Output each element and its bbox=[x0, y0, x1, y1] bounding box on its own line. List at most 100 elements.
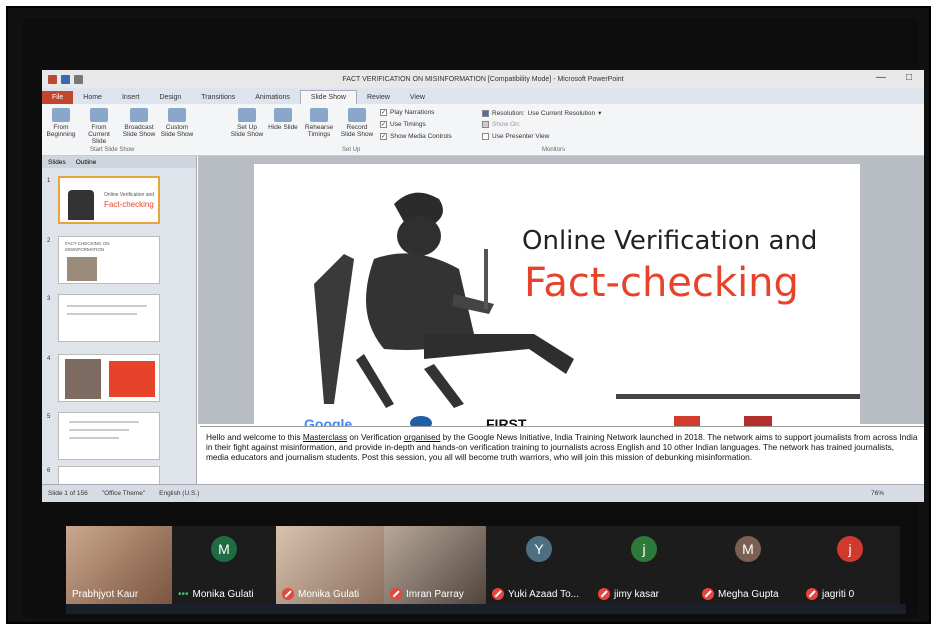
notes-text: Masterclass bbox=[302, 432, 348, 442]
slide-thumbnail-1[interactable]: Online Verification and Fact-checking bbox=[58, 176, 160, 224]
tab-view[interactable]: View bbox=[400, 91, 435, 104]
tab-file[interactable]: File bbox=[42, 91, 74, 104]
participant-tile[interactable]: Y Yuki Azaad To... bbox=[486, 526, 592, 604]
notes-text: organised bbox=[403, 432, 441, 442]
participant-tile[interactable]: j jagriti 0 bbox=[800, 526, 900, 604]
thumbnail-number: 3 bbox=[47, 296, 51, 302]
participant-tile[interactable]: Monika Gulati bbox=[276, 526, 384, 604]
tab-insert[interactable]: Insert bbox=[112, 91, 150, 104]
hide-slide-button[interactable]: Hide Slide bbox=[266, 108, 300, 131]
participant-name: Monika Gulati bbox=[192, 589, 254, 600]
tab-design[interactable]: Design bbox=[149, 91, 191, 104]
record-slide-show-button[interactable]: Record Slide Show bbox=[340, 108, 374, 138]
participant-name: Yuki Azaad To... bbox=[508, 588, 579, 600]
slide-thumbnail-2[interactable]: FACT-CHECKING ON MISINFORMATION bbox=[58, 236, 160, 284]
monitor-icon bbox=[482, 109, 489, 117]
ribbon-tabs: File Home Insert Design Transitions Anim… bbox=[42, 88, 924, 104]
avatar: j bbox=[631, 536, 657, 562]
participant-tile[interactable]: Imran Parray bbox=[384, 526, 486, 604]
slide-count: Slide 1 of 156 bbox=[48, 490, 88, 497]
participant-name: Megha Gupta bbox=[718, 588, 779, 600]
thumb-text: FACT-CHECKING ON bbox=[65, 241, 110, 246]
ribbon: From Beginning From Current Slide Broadc… bbox=[42, 104, 924, 156]
speaking-indicator-icon: ••• bbox=[178, 589, 189, 600]
slide-thumbnail-3[interactable] bbox=[58, 294, 160, 342]
thumbnail-number: 6 bbox=[47, 468, 51, 474]
windows-taskbar bbox=[66, 604, 906, 614]
chevron-down-icon: ▾ bbox=[598, 110, 602, 117]
thumb-line bbox=[69, 421, 139, 423]
monitor-bezel: FACT VERIFICATION ON MISINFORMATION [Com… bbox=[22, 18, 924, 618]
tab-transitions[interactable]: Transitions bbox=[191, 91, 245, 104]
group-label-monitors: Monitors bbox=[542, 147, 566, 153]
thumb-line bbox=[69, 429, 129, 431]
detective-silhouette-thumb bbox=[68, 190, 94, 220]
custom-show-icon bbox=[168, 108, 186, 122]
slide-thumbnail-4[interactable] bbox=[58, 354, 160, 402]
play-narrations-checkbox[interactable]: ✓ Play Narrations bbox=[380, 109, 434, 116]
hide-slide-icon bbox=[274, 108, 292, 122]
photo-frame: FACT VERIFICATION ON MISINFORMATION [Com… bbox=[6, 6, 931, 624]
thumbnail-tabs: Slides Outline bbox=[42, 156, 196, 168]
slide-editing-area: Online Verification and Fact-checking Go… bbox=[198, 156, 924, 426]
partner-logo bbox=[744, 416, 772, 426]
tab-review[interactable]: Review bbox=[357, 91, 400, 104]
tab-home[interactable]: Home bbox=[73, 91, 112, 104]
tab-animations[interactable]: Animations bbox=[245, 91, 300, 104]
rehearse-timings-button[interactable]: Rehearse Timings bbox=[302, 108, 336, 138]
participant-tile[interactable]: Prabhjyot Kaur bbox=[66, 526, 172, 604]
thumb-text: MISINFORMATION bbox=[65, 247, 105, 252]
theme-name: "Office Theme" bbox=[101, 490, 146, 497]
speaker-notes[interactable]: Hello and welcome to this Masterclass on… bbox=[200, 426, 924, 482]
thumb-image bbox=[67, 257, 97, 281]
checkbox-checked: ✓ bbox=[380, 109, 387, 116]
from-current-slide-button[interactable]: From Current Slide bbox=[82, 108, 116, 145]
thumb-line bbox=[67, 313, 137, 315]
avatar: j bbox=[837, 536, 863, 562]
broadcast-button[interactable]: Broadcast Slide Show bbox=[122, 108, 156, 138]
tab-slides[interactable]: Slides bbox=[48, 159, 66, 166]
language[interactable]: English (U.S.) bbox=[159, 490, 199, 497]
set-up-slide-show-button[interactable]: Set Up Slide Show bbox=[230, 108, 264, 138]
timer-icon bbox=[310, 108, 328, 122]
maximize-button[interactable]: □ bbox=[906, 72, 912, 83]
minimize-button[interactable]: — bbox=[876, 72, 886, 83]
participant-name: Imran Parray bbox=[406, 588, 464, 600]
record-icon bbox=[348, 108, 366, 122]
title-bar: FACT VERIFICATION ON MISINFORMATION [Com… bbox=[42, 70, 924, 88]
from-beginning-button[interactable]: From Beginning bbox=[44, 108, 78, 138]
tab-outline[interactable]: Outline bbox=[76, 159, 97, 166]
mic-muted-icon bbox=[282, 588, 294, 600]
participant-tile[interactable]: M ••• Monika Gulati bbox=[172, 526, 276, 604]
thumbnail-number: 1 bbox=[47, 178, 51, 184]
group-label-setup: Set Up bbox=[342, 147, 361, 153]
slideshow-icon bbox=[52, 108, 70, 122]
show-on-dropdown[interactable]: Show On: bbox=[482, 121, 521, 128]
use-timings-checkbox[interactable]: ✓ Use Timings bbox=[380, 121, 426, 128]
mic-muted-icon bbox=[702, 588, 714, 600]
participant-tile[interactable]: j jimy kasar bbox=[592, 526, 696, 604]
zoom-level[interactable]: 76% bbox=[871, 490, 884, 497]
resolution-dropdown[interactable]: Resolution: Use Current Resolution ▾ bbox=[482, 109, 601, 117]
setup-icon bbox=[238, 108, 256, 122]
slide-thumbnail-5[interactable] bbox=[58, 412, 160, 460]
thumbnail-number: 2 bbox=[47, 238, 51, 244]
checkbox-checked: ✓ bbox=[380, 133, 387, 140]
participant-tile[interactable]: M Megha Gupta bbox=[696, 526, 800, 604]
avatar: M bbox=[211, 536, 237, 562]
tab-slide-show[interactable]: Slide Show bbox=[299, 90, 357, 104]
slide-title-line1: Online Verification and bbox=[522, 226, 818, 256]
thumb-block bbox=[109, 361, 155, 397]
thumbnail-number: 5 bbox=[47, 414, 51, 420]
status-bar: Slide 1 of 156 "Office Theme" English (U… bbox=[42, 484, 924, 502]
custom-slide-show-button[interactable]: Custom Slide Show bbox=[160, 108, 194, 138]
show-media-controls-checkbox[interactable]: ✓ Show Media Controls bbox=[380, 133, 452, 140]
broadcast-icon bbox=[130, 108, 148, 122]
presenter-view-checkbox[interactable]: Use Presenter View bbox=[482, 133, 549, 140]
avatar: M bbox=[735, 536, 761, 562]
thumb-image bbox=[65, 359, 101, 399]
current-slide[interactable]: Online Verification and Fact-checking Go… bbox=[254, 164, 860, 426]
avatar: Y bbox=[526, 536, 552, 562]
partner-logo bbox=[410, 416, 432, 426]
slideshow-current-icon bbox=[90, 108, 108, 122]
